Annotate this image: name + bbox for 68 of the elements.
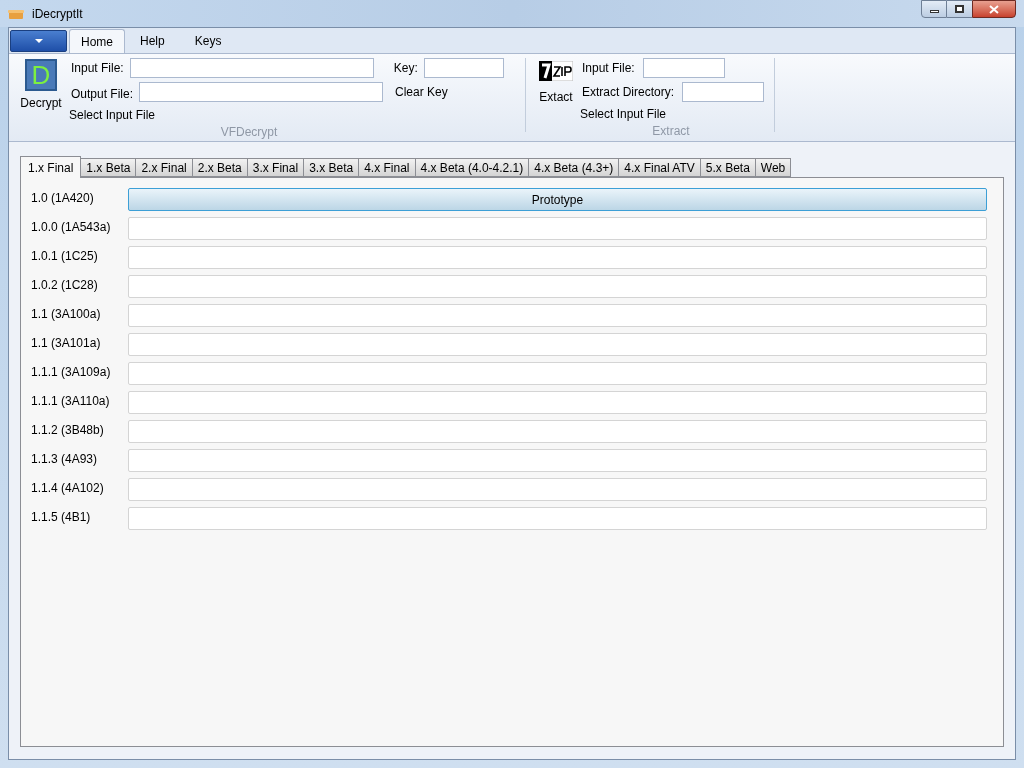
version-label: 1.1.3 (4A93) [31,451,99,468]
version-tab[interactable]: 3.x Final [246,158,305,177]
output-file-field[interactable] [139,82,384,102]
version-tab[interactable]: 1.x Beta [80,158,137,177]
maximize-icon [955,5,964,13]
box-icon [8,7,24,20]
zip-logo-icon [539,61,573,81]
version-label: 1.1.5 (4B1) [31,509,92,526]
version-label: 1.0.1 (1C25) [31,248,99,265]
firmware-button[interactable] [128,507,987,530]
firmware-button[interactable] [128,391,987,414]
firmware-button[interactable] [128,478,987,501]
field-label: Extract Directory: [582,84,674,101]
firmware-button[interactable] [128,246,987,269]
version-label: 1.0.0 (1A543a) [31,219,112,236]
group-label: VFDecrypt [220,124,278,140]
firmware-button[interactable] [128,420,987,443]
close-button[interactable] [972,0,1016,18]
group-label: Extract [652,123,690,139]
firmware-button[interactable] [128,449,987,472]
application-menu-button[interactable] [10,30,67,52]
field-label: Input File: [71,60,124,77]
firmware-button[interactable] [128,362,987,385]
firmware-button[interactable] [128,275,987,298]
input-file-field[interactable] [129,58,374,78]
version-tab[interactable]: Web [754,158,792,177]
version-label: 1.1.1 (3A110a) [31,393,111,410]
decrypt-button[interactable]: D Decrypt [17,58,65,123]
key-field[interactable] [423,58,504,78]
version-tab[interactable]: 4.x Beta (4.0-4.2.1) [414,158,530,177]
letter-tile-icon: D [25,59,57,91]
version-label: 1.0 (1A420) [31,190,95,207]
firmware-button[interactable] [128,304,987,327]
firmware-button[interactable]: Prototype [128,188,987,211]
ribbon-tab[interactable]: Help [125,29,180,53]
extract-button[interactable]: Extact [538,58,574,122]
version-tab[interactable]: 4.x Beta (4.3+) [528,158,620,177]
firmware-button[interactable] [128,217,987,240]
field-label: Output File: [71,86,134,103]
window-title: iDecryptIt [32,5,83,23]
field-label: Input File: [582,60,635,77]
version-label: 1.1.1 (3A109a) [31,364,112,381]
version-label: 1.0.2 (1C28) [31,277,99,294]
version-label: 1.1 (3A101a) [31,335,102,352]
minimize-icon [929,10,939,13]
version-label: 1.1.4 (4A102) [31,480,105,497]
minimize-button[interactable] [921,0,947,18]
field-label: Key: [393,60,418,77]
maximize-button[interactable] [947,0,972,18]
select-input-file-button[interactable]: Select Input File [69,107,156,123]
firmware-button[interactable] [128,333,987,356]
version-label: 1.1.2 (3B48b) [31,422,105,439]
version-tab[interactable]: 4.x Final ATV [618,158,701,177]
close-icon [989,4,999,14]
version-tab[interactable]: 1.x Final [20,156,82,178]
ribbon-tab[interactable]: Keys [179,29,237,53]
version-tab[interactable]: 2.x Beta [191,158,248,177]
version-tab[interactable]: 4.x Final [358,158,416,177]
clear-key-button[interactable]: Clear Key [395,83,448,101]
ribbon-tab[interactable]: Home [69,29,125,53]
dropdown-icon [34,39,43,43]
version-tab[interactable]: 2.x Final [135,158,193,177]
extract-input-field[interactable] [642,58,725,78]
version-tab[interactable]: 3.x Beta [303,158,360,177]
version-label: 1.1 (3A100a) [31,306,102,323]
select-input-file-button[interactable]: Select Input File [580,106,667,122]
version-tab[interactable]: 5.x Beta [699,158,756,177]
extract-directory-field[interactable] [682,82,764,102]
